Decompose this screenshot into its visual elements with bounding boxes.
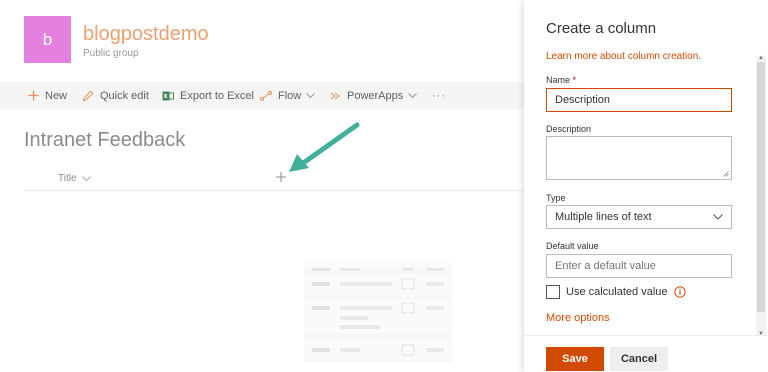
panel-footer-divider bbox=[524, 335, 768, 336]
learn-more-link[interactable]: Learn more about column creation. bbox=[546, 51, 701, 62]
type-field-label: Type bbox=[546, 193, 566, 203]
description-field-label: Description bbox=[546, 124, 592, 134]
scroll-down-icon[interactable]: ▼ bbox=[758, 331, 764, 337]
name-field-label: Name * bbox=[546, 75, 576, 85]
save-button[interactable]: Save bbox=[546, 347, 604, 371]
required-marker: * bbox=[572, 75, 577, 85]
scroll-up-icon[interactable]: ▲ bbox=[758, 55, 764, 61]
name-input[interactable] bbox=[546, 88, 732, 112]
description-textarea[interactable] bbox=[546, 136, 732, 180]
panel-scrollbar[interactable]: ▲ ▼ bbox=[756, 55, 766, 337]
resize-grip-icon[interactable] bbox=[723, 171, 729, 177]
default-value-label: Default value bbox=[546, 241, 599, 251]
more-options-link[interactable]: More options bbox=[546, 312, 610, 324]
name-label-text: Name bbox=[546, 75, 571, 85]
default-value-input[interactable] bbox=[546, 254, 732, 278]
type-dropdown[interactable]: Multiple lines of text bbox=[546, 205, 732, 229]
panel-title: Create a column bbox=[546, 20, 657, 37]
scrollbar-thumb[interactable] bbox=[757, 62, 765, 312]
cancel-button[interactable]: Cancel bbox=[610, 347, 668, 371]
use-calculated-checkbox[interactable] bbox=[546, 285, 560, 299]
chevron-down-icon bbox=[713, 214, 723, 220]
info-icon[interactable] bbox=[673, 286, 686, 298]
type-selected-value: Multiple lines of text bbox=[555, 211, 652, 223]
calculated-value-row: Use calculated value bbox=[546, 285, 686, 299]
panel-overlay[interactable] bbox=[0, 0, 524, 372]
create-column-panel: Create a column Learn more about column … bbox=[524, 0, 768, 372]
use-calculated-label[interactable]: Use calculated value bbox=[566, 286, 668, 298]
